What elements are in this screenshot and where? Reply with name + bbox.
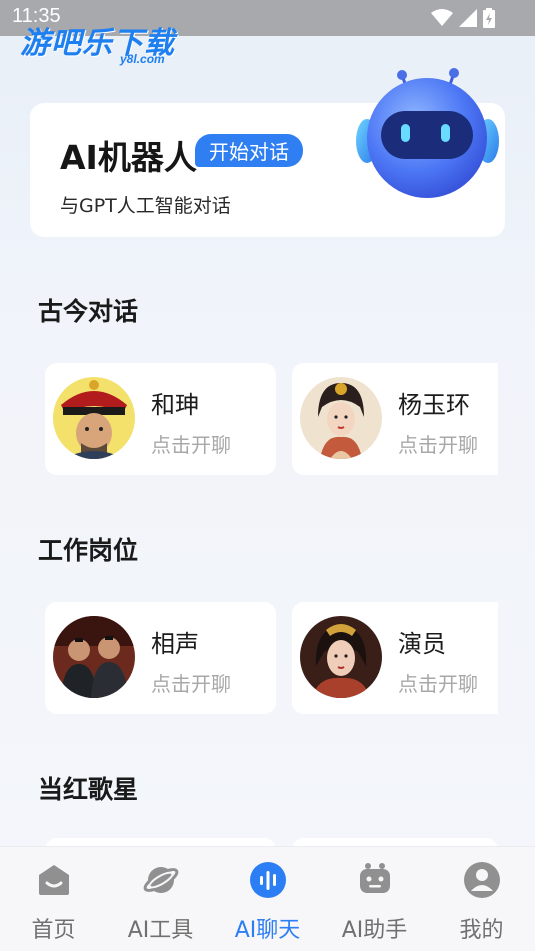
tab-ai-assistant[interactable]: AI助手 (321, 847, 428, 951)
watermark-sub: y8l.com (120, 52, 165, 66)
battery-icon (483, 8, 495, 28)
tab-label: 我的 (459, 918, 504, 943)
avatar-actor (300, 616, 382, 698)
home-icon (39, 865, 69, 895)
tab-label: 首页 (31, 918, 76, 943)
tab-profile[interactable]: 我的 (428, 847, 535, 951)
avatar-crosstalk (53, 616, 135, 698)
tab-ai-tools[interactable]: AI工具 (107, 847, 214, 951)
avatar-heshen (53, 377, 135, 459)
bottom-tab-bar: 首页 AI工具 AI聊天 AI助手 我的 (0, 846, 535, 951)
robot-mascot-icon (356, 68, 499, 198)
chat-card-crosstalk[interactable]: 相声 点击开聊 (45, 602, 276, 714)
section-title-ancient-modern: 古今对话 (38, 297, 139, 326)
card-name: 演员 (398, 630, 446, 658)
wifi-icon (431, 9, 453, 26)
planet-icon (143, 867, 179, 893)
section-title-jobs: 工作岗位 (38, 536, 139, 565)
tab-label: AI工具 (127, 918, 194, 943)
avatar-yang-yuhuan (300, 377, 382, 459)
card-name: 杨玉环 (398, 391, 470, 419)
tab-ai-chat[interactable]: AI聊天 (214, 847, 321, 951)
chat-card-heshen[interactable]: 和珅 点击开聊 (45, 363, 276, 475)
card-name: 相声 (151, 630, 199, 658)
tab-home[interactable]: 首页 (0, 847, 107, 951)
hero-subtitle: 与GPT人工智能对话 (60, 195, 231, 217)
status-icons (431, 8, 495, 28)
card-action: 点击开聊 (151, 433, 231, 457)
signal-icon (459, 9, 477, 27)
chat-card-yang-yuhuan[interactable]: 杨玉环 点击开聊 (292, 363, 498, 475)
chat-card-actor[interactable]: 演员 点击开聊 (292, 602, 498, 714)
card-action: 点击开聊 (398, 672, 478, 696)
tab-label: AI助手 (341, 918, 408, 943)
section-title-pop-singers: 当红歌星 (38, 775, 139, 804)
card-action: 点击开聊 (151, 672, 231, 696)
voice-icon (250, 862, 286, 898)
card-action: 点击开聊 (398, 433, 478, 457)
user-icon (464, 862, 500, 898)
hero-title: AI机器人 (60, 138, 197, 177)
tab-label: AI聊天 (234, 918, 301, 943)
start-chat-button[interactable]: 开始对话 (195, 134, 303, 167)
card-name: 和珅 (151, 391, 199, 419)
robot-icon (360, 863, 390, 893)
